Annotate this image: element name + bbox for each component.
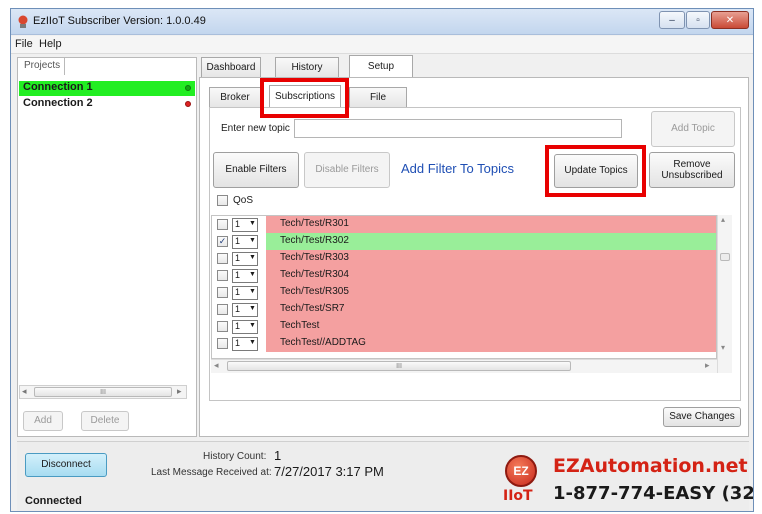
topic-name: Tech/Test/R302 xyxy=(280,235,349,246)
projects-panel xyxy=(17,57,197,437)
topic-checkbox[interactable]: ✓ xyxy=(217,236,228,247)
remove-label-line2: Unsubscribed xyxy=(661,170,723,181)
connection-status-text: Connected xyxy=(25,495,82,507)
topic-list-vertical-scrollbar[interactable]: ▴ ▾ xyxy=(717,215,732,373)
ezautomation-logo-icon: EZ xyxy=(505,455,537,487)
scroll-down-arrow-icon[interactable]: ▾ xyxy=(721,343,725,352)
topic-row-3: 1 ▼ Tech/Test/R303 xyxy=(212,250,716,267)
topic-checkbox[interactable] xyxy=(217,321,228,332)
menu-help[interactable]: Help xyxy=(39,38,62,50)
app-logo-icon xyxy=(18,15,28,28)
menu-bar: File Help xyxy=(11,36,753,54)
topic-row-8: 1 ▼ TechTest//ADDTAG xyxy=(212,335,716,352)
connection-item-1[interactable]: Connection 1 xyxy=(19,81,195,96)
last-message-label: Last Message Received at: xyxy=(151,467,272,478)
history-count-value: 1 xyxy=(274,448,282,463)
topic-name: Tech/Test/R304 xyxy=(280,269,349,280)
dropdown-arrow-icon[interactable]: ▼ xyxy=(249,237,256,244)
topic-name: Tech/Test/R301 xyxy=(280,218,349,229)
tab-history[interactable]: History xyxy=(275,57,339,77)
vertical-scroll-thumb[interactable] xyxy=(720,253,730,261)
connection-label: Connection 2 xyxy=(23,97,93,109)
tab-dashboard[interactable]: Dashboard xyxy=(201,57,261,77)
qos-header-label: QoS xyxy=(233,195,254,206)
topic-checkbox[interactable] xyxy=(217,304,228,315)
history-count-label: History Count: xyxy=(203,451,267,462)
scroll-left-arrow-icon[interactable]: ◂ xyxy=(214,360,219,371)
scroll-thumb[interactable]: III xyxy=(34,387,172,397)
qos-select-all-checkbox[interactable] xyxy=(217,195,228,206)
last-message-value: 7/27/2017 3:17 PM xyxy=(274,464,384,479)
close-button[interactable]: ✕ xyxy=(711,11,749,29)
status-dot-icon xyxy=(185,85,191,91)
disconnect-button[interactable]: Disconnect xyxy=(25,453,107,477)
topic-name: Tech/Test/SR7 xyxy=(280,303,345,314)
scroll-left-arrow-icon[interactable]: ◂ xyxy=(22,386,27,397)
topic-row-bar xyxy=(266,318,716,335)
topic-name: Tech/Test/R303 xyxy=(280,252,349,263)
tab-file[interactable]: File xyxy=(349,87,407,107)
topic-list: 1 ▼ Tech/Test/R301 ✓ 1 ▼ Tech/Test/R302 … xyxy=(211,215,717,359)
add-project-button[interactable]: Add xyxy=(23,411,63,431)
dropdown-arrow-icon[interactable]: ▼ xyxy=(249,271,256,278)
add-topic-button[interactable]: Add Topic xyxy=(651,111,735,147)
enable-filters-button[interactable]: Enable Filters xyxy=(213,152,299,188)
scroll-up-arrow-icon[interactable]: ▴ xyxy=(721,215,725,224)
new-topic-label: Enter new topic xyxy=(221,123,290,134)
highlight-box-update-topics xyxy=(545,145,646,197)
window-title: EzIIoT Subscriber Version: 1.0.0.49 xyxy=(33,15,206,27)
brand-site-text: EZAutomation.net xyxy=(553,455,748,477)
iiot-brand-text: IIoT xyxy=(503,488,533,504)
topic-checkbox[interactable] xyxy=(217,287,228,298)
app-window: EzIIoT Subscriber Version: 1.0.0.49 – ▫ … xyxy=(10,8,754,512)
tab-setup[interactable]: Setup xyxy=(349,55,413,77)
new-topic-input[interactable] xyxy=(294,119,622,138)
add-filter-to-topics-link[interactable]: Add Filter To Topics xyxy=(401,161,514,176)
dropdown-arrow-icon[interactable]: ▼ xyxy=(249,220,256,227)
projects-horizontal-scrollbar[interactable]: ◂ III ▸ xyxy=(19,385,187,399)
scroll-right-arrow-icon[interactable]: ▸ xyxy=(705,360,710,371)
remove-label-line1: Remove xyxy=(673,158,711,170)
dropdown-arrow-icon[interactable]: ▼ xyxy=(249,254,256,261)
status-dot-icon xyxy=(185,101,191,107)
tab-broker[interactable]: Broker xyxy=(209,87,261,107)
dropdown-arrow-icon[interactable]: ▼ xyxy=(249,322,256,329)
topic-row-6: 1 ▼ Tech/Test/SR7 xyxy=(212,301,716,318)
save-changes-button[interactable]: Save Changes xyxy=(663,407,741,427)
dropdown-arrow-icon[interactable]: ▼ xyxy=(249,288,256,295)
minimize-button[interactable]: – xyxy=(659,11,685,29)
brand-phone-text: 1-877-774-EASY (3279) xyxy=(553,483,754,504)
connection-item-2[interactable]: Connection 2 xyxy=(19,97,195,112)
dropdown-arrow-icon[interactable]: ▼ xyxy=(249,339,256,346)
topic-checkbox[interactable] xyxy=(217,338,228,349)
topic-name: TechTest//ADDTAG xyxy=(280,337,366,348)
maximize-button[interactable]: ▫ xyxy=(686,11,710,29)
topic-checkbox[interactable] xyxy=(217,270,228,281)
highlight-box-subscriptions xyxy=(260,78,349,118)
title-bar: EzIIoT Subscriber Version: 1.0.0.49 – ▫ … xyxy=(11,9,753,35)
logo-text: EZ xyxy=(513,464,529,478)
topic-row-5: 1 ▼ Tech/Test/R305 xyxy=(212,284,716,301)
scroll-right-arrow-icon[interactable]: ▸ xyxy=(177,386,182,397)
topic-checkbox[interactable] xyxy=(217,253,228,264)
dropdown-arrow-icon[interactable]: ▼ xyxy=(249,305,256,312)
topic-name: Tech/Test/R305 xyxy=(280,286,349,297)
horizontal-scroll-thumb[interactable]: III xyxy=(227,361,571,371)
delete-project-button[interactable]: Delete xyxy=(81,411,129,431)
topic-row-1: 1 ▼ Tech/Test/R301 xyxy=(212,216,716,233)
topic-list-horizontal-scrollbar[interactable]: ◂ III ▸ xyxy=(211,359,717,373)
disable-filters-button[interactable]: Disable Filters xyxy=(304,152,390,188)
topic-row-7: 1 ▼ TechTest xyxy=(212,318,716,335)
topic-name: TechTest xyxy=(280,320,320,331)
topic-row-2: ✓ 1 ▼ Tech/Test/R302 xyxy=(212,233,716,250)
connection-label: Connection 1 xyxy=(23,81,93,93)
remove-unsubscribed-button[interactable]: Remove Unsubscribed xyxy=(649,152,735,188)
topic-checkbox[interactable] xyxy=(217,219,228,230)
projects-tab[interactable]: Projects xyxy=(17,57,65,75)
menu-file[interactable]: File xyxy=(15,38,33,50)
topic-row-4: 1 ▼ Tech/Test/R304 xyxy=(212,267,716,284)
